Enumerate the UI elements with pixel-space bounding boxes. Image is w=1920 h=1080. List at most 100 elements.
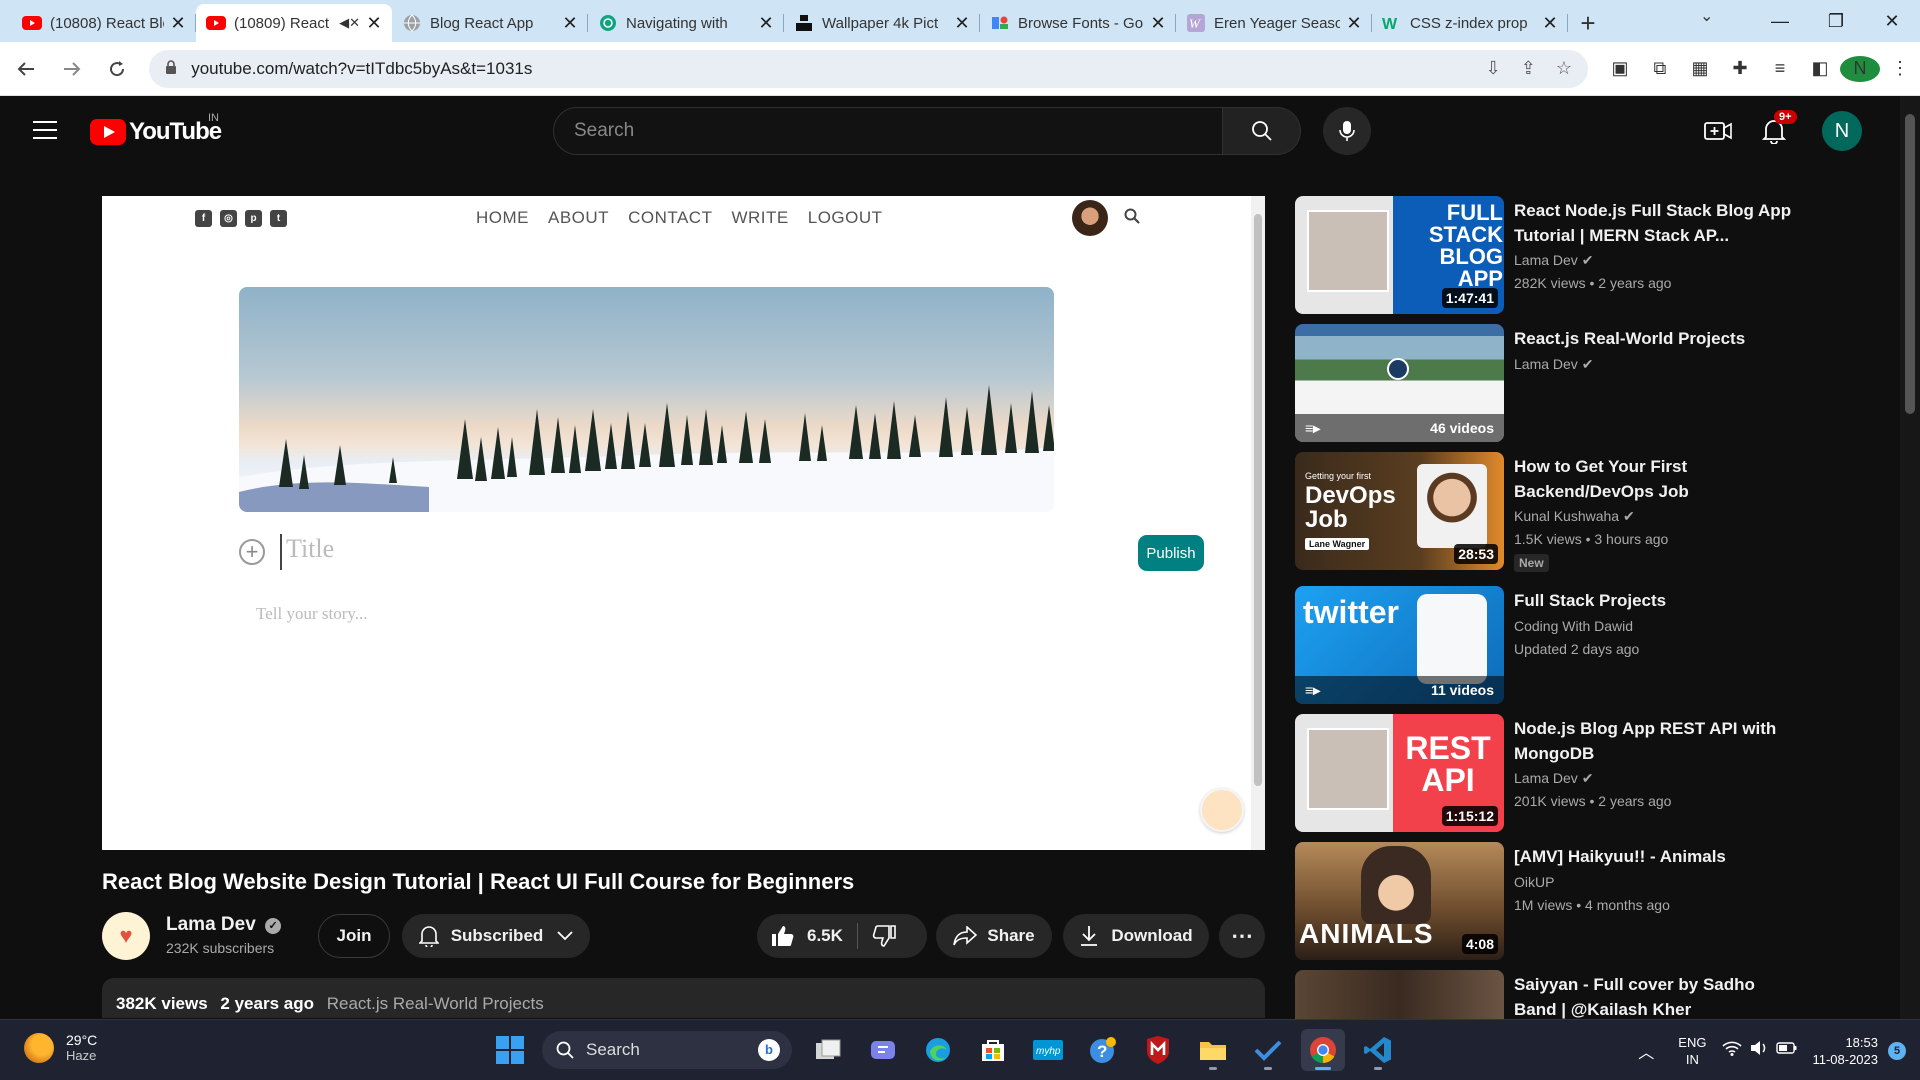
taskbar-search[interactable]: Search b: [542, 1031, 792, 1069]
video-thumbnail[interactable]: REST API 1:15:12: [1295, 714, 1504, 832]
search-button[interactable]: [1223, 107, 1301, 155]
share-icon[interactable]: ⇪: [1521, 58, 1536, 79]
video-thumbnail[interactable]: ANIMALS 4:08: [1295, 842, 1504, 960]
close-icon[interactable]: ✕: [366, 13, 382, 34]
recommended-video[interactable]: REST API 1:15:12 Node.js Blog App REST A…: [1295, 714, 1885, 842]
bookmark-star-icon[interactable]: ☆: [1556, 58, 1572, 79]
kebab-menu-icon[interactable]: ⋮: [1880, 58, 1920, 79]
forward-arrow-icon[interactable]: [52, 49, 92, 89]
playlist-count: 11 videos: [1430, 682, 1494, 698]
browser-tab[interactable]: W CSS z-index prop ✕: [1372, 4, 1568, 42]
browser-tab[interactable]: (10808) React Blog ✕: [0, 4, 196, 42]
like-button[interactable]: 6.5K: [771, 925, 843, 947]
browser-tab[interactable]: Blog React App ✕: [392, 4, 588, 42]
voice-search-button[interactable]: [1323, 107, 1371, 155]
mute-tab-icon[interactable]: ◀✕: [339, 15, 360, 31]
subscribed-button[interactable]: Subscribed: [402, 914, 590, 958]
close-icon[interactable]: ✕: [170, 13, 186, 34]
close-icon[interactable]: ✕: [562, 13, 578, 34]
task-view-icon[interactable]: [806, 1029, 850, 1071]
windows-start-icon[interactable]: [496, 1036, 524, 1064]
chrome-icon[interactable]: [1301, 1029, 1345, 1071]
join-button[interactable]: Join: [318, 914, 390, 958]
extension-icon[interactable]: ▣: [1600, 58, 1640, 79]
recommended-video[interactable]: FULL STACK BLOG APP 1:47:41 React Node.j…: [1295, 196, 1885, 324]
download-label: Download: [1111, 926, 1193, 945]
notification-count-badge[interactable]: 5: [1888, 1041, 1906, 1060]
new-tab-button[interactable]: +: [1568, 4, 1608, 42]
close-icon[interactable]: ✕: [1542, 13, 1558, 34]
search-input[interactable]: Search: [553, 107, 1223, 155]
playlist-thumbnail[interactable]: twitter ≡▸ 11 videos: [1295, 586, 1504, 704]
close-icon[interactable]: ✕: [758, 13, 774, 34]
hamburger-menu-icon[interactable]: [33, 121, 57, 139]
get-help-icon[interactable]: ?: [1081, 1029, 1125, 1071]
video-thumbnail[interactable]: FULL STACK BLOG APP 1:47:41: [1295, 196, 1504, 314]
browser-tab[interactable]: Navigating with ✕: [588, 4, 784, 42]
description-box[interactable]: 382K views 2 years ago React.js Real-Wor…: [102, 978, 1265, 1018]
share-button[interactable]: Share: [936, 914, 1052, 958]
myhp-icon[interactable]: myhp: [1026, 1029, 1070, 1071]
recommended-playlist[interactable]: twitter ≡▸ 11 videos Full Stack Projects…: [1295, 586, 1885, 714]
recommended-video[interactable]: Getting your first DevOps Job Lane Wagne…: [1295, 452, 1885, 580]
battery-icon[interactable]: [1776, 1041, 1798, 1060]
language-indicator[interactable]: ENG IN: [1678, 1034, 1706, 1068]
browser-tab[interactable]: Wallpaper 4k Pict ✕: [784, 4, 980, 42]
recommended-playlist[interactable]: ≡▸ 46 videos React.js Real-World Project…: [1295, 324, 1885, 452]
close-window-icon[interactable]: ✕: [1864, 0, 1920, 42]
reload-icon[interactable]: [97, 49, 137, 89]
youtube-logo[interactable]: YouTube IN: [90, 112, 222, 146]
wifi-icon[interactable]: [1722, 1040, 1743, 1061]
volume-icon[interactable]: [1750, 1040, 1768, 1061]
edge-icon[interactable]: [916, 1029, 960, 1071]
verified-icon: ✔: [1581, 356, 1594, 372]
channel-watermark-icon[interactable]: [1200, 788, 1244, 832]
back-arrow-icon[interactable]: [6, 49, 46, 89]
notifications-bell-icon[interactable]: 9+: [1746, 110, 1802, 144]
scrollbar-thumb[interactable]: [1905, 114, 1915, 414]
more-actions-button[interactable]: ⋯: [1219, 914, 1265, 958]
page-scrollbar[interactable]: [1900, 96, 1920, 1019]
browser-tab[interactable]: W Eren Yeager Seaso ✕: [1176, 4, 1372, 42]
weather-widget[interactable]: 29°C Haze: [24, 1032, 97, 1063]
browser-tab[interactable]: Browse Fonts - Go ✕: [980, 4, 1176, 42]
puzzle-icon[interactable]: ✚: [1720, 58, 1760, 79]
view-count: 382K views: [116, 994, 208, 1013]
address-bar[interactable]: youtube.com/watch?v=tITdbc5byAs&t=1031s …: [149, 49, 1588, 88]
microsoft-store-icon[interactable]: [971, 1029, 1015, 1071]
show-hidden-icons-chevron[interactable]: ︿: [1638, 1039, 1654, 1063]
todo-check-icon[interactable]: [1246, 1029, 1290, 1071]
create-video-icon[interactable]: [1690, 120, 1746, 142]
minimize-icon[interactable]: —: [1752, 0, 1808, 42]
playlist-thumbnail[interactable]: ≡▸ 46 videos: [1295, 324, 1504, 442]
channel-avatar[interactable]: ♥: [102, 912, 150, 960]
account-avatar[interactable]: N: [1822, 111, 1862, 151]
picture-in-picture-icon[interactable]: ⧉: [1640, 58, 1680, 79]
mcafee-icon[interactable]: [1136, 1029, 1180, 1071]
vscode-icon[interactable]: [1356, 1029, 1400, 1071]
media-control-icon[interactable]: ≡: [1760, 58, 1800, 79]
channel-name[interactable]: Lama Dev ✓: [166, 914, 282, 936]
maximize-icon[interactable]: ❐: [1808, 0, 1864, 42]
dislike-button[interactable]: [872, 925, 896, 947]
clock[interactable]: 18:53 11-08-2023: [1812, 1034, 1878, 1068]
tab-title: CSS z-index prop: [1410, 14, 1528, 32]
close-icon[interactable]: ✕: [1150, 13, 1166, 34]
video-thumbnail[interactable]: Getting your first DevOps Job Lane Wagne…: [1295, 452, 1504, 570]
lock-icon[interactable]: [165, 60, 177, 77]
install-app-icon[interactable]: ⇩: [1486, 58, 1501, 79]
extension-icon[interactable]: ▦: [1680, 58, 1720, 79]
recommended-video[interactable]: ANIMALS 4:08 [AMV] Haikyuu!! - Animals O…: [1295, 842, 1885, 970]
tab-search-chevron-icon[interactable]: ⌄: [1700, 6, 1713, 26]
close-icon[interactable]: ✕: [1346, 13, 1362, 34]
download-button[interactable]: Download: [1063, 914, 1209, 958]
close-icon[interactable]: ✕: [954, 13, 970, 34]
file-explorer-icon[interactable]: [1191, 1029, 1235, 1071]
side-panel-icon[interactable]: ◧: [1800, 58, 1840, 79]
video-duration: 4:08: [1461, 934, 1498, 954]
playlist-link[interactable]: React.js Real-World Projects: [327, 994, 544, 1013]
profile-avatar[interactable]: N: [1839, 55, 1880, 82]
teams-chat-icon[interactable]: [861, 1029, 905, 1071]
browser-tab-active[interactable]: (10809) React ◀✕ ✕: [196, 4, 392, 42]
video-player[interactable]: f ◎ p t HOME ABOUT CONTACT WRITE LOGOUT: [102, 196, 1265, 850]
